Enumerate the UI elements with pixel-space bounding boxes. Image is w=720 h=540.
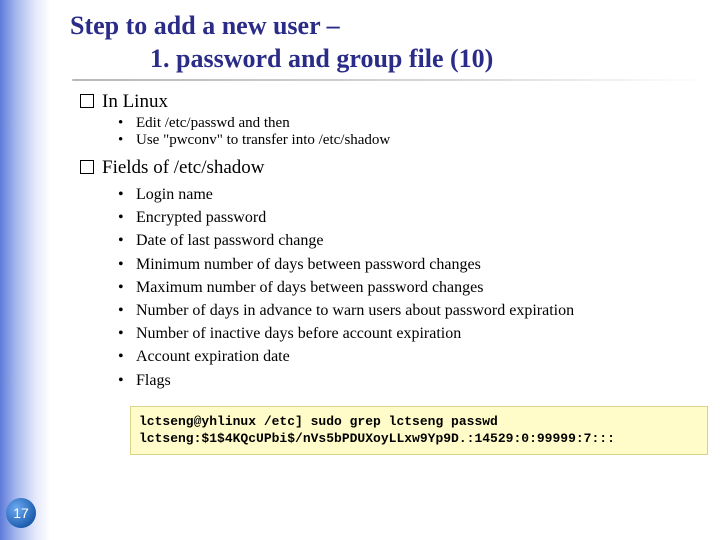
title-main: Step to add a new user – <box>70 11 340 40</box>
section-heading: Fields of /etc/shadow <box>102 157 265 178</box>
terminal-snippet: lctseng@yhlinux /etc] sudo grep lctseng … <box>130 406 708 455</box>
sidebar-org-label: Computer Center, CS, NCTU <box>0 6 4 239</box>
list-item: Number of inactive days before account e… <box>118 322 708 345</box>
section-in-linux: In Linux <box>80 91 708 113</box>
list-item: Account expiration date <box>118 345 708 368</box>
slide-content: Step to add a new user – 1. password and… <box>70 10 708 455</box>
sidebar-gradient <box>0 0 50 540</box>
section-fields-shadow: Fields of /etc/shadow <box>80 157 708 179</box>
in-linux-list: Edit /etc/passwd and then Use "pwconv" t… <box>118 115 708 149</box>
list-item: Minimum number of days between password … <box>118 253 708 276</box>
list-item: Login name <box>118 183 708 206</box>
terminal-line: lctseng:$1$4KQcUPbi$/nVs5bPDUXoyLLxw9Yp9… <box>139 431 615 446</box>
list-item: Use "pwconv" to transfer into /etc/shado… <box>118 132 708 149</box>
slide-title: Step to add a new user – 1. password and… <box>70 10 708 75</box>
page-number-badge: 17 <box>6 498 36 528</box>
title-underline <box>72 79 708 81</box>
section-heading: In Linux <box>102 91 168 112</box>
terminal-line: lctseng@yhlinux /etc] sudo grep lctseng … <box>139 414 498 429</box>
title-subtitle: 1. password and group file (10) <box>70 43 708 76</box>
list-item: Edit /etc/passwd and then <box>118 115 708 132</box>
list-item: Encrypted password <box>118 206 708 229</box>
shadow-fields-list: Login name Encrypted password Date of la… <box>118 183 708 392</box>
checkbox-bullet-icon <box>80 160 94 174</box>
list-item: Maximum number of days between password … <box>118 276 708 299</box>
list-item: Date of last password change <box>118 229 708 252</box>
list-item: Flags <box>118 369 708 392</box>
checkbox-bullet-icon <box>80 94 94 108</box>
list-item: Number of days in advance to warn users … <box>118 299 708 322</box>
